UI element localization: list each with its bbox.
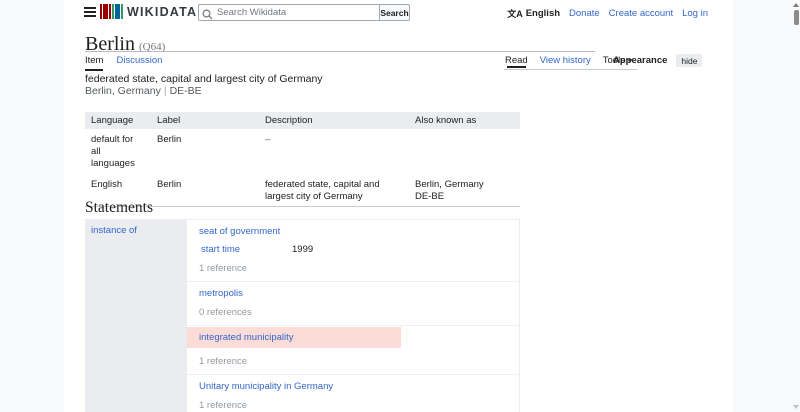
term-table: Language Label Description Also known as de… (85, 112, 520, 208)
cell-description: federated state, capital and largest cit… (265, 178, 380, 202)
statement-values: seat of government start time 1999 1 refere… (187, 220, 519, 412)
qualifier-value: 1999 (292, 244, 314, 255)
statement-value-link[interactable]: seat of government (199, 226, 280, 237)
column-header-also-known-as: Also known as (409, 112, 520, 129)
term-table-body: default for all languages Berlin – English B… (85, 129, 520, 207)
tab-discussion[interactable]: Discussion (116, 55, 162, 71)
title-divider (85, 51, 595, 52)
cell-label: Berlin (157, 178, 182, 190)
alias-separator: | (163, 85, 167, 97)
column-header-label: Label (151, 112, 259, 129)
cell-label: Berlin (157, 134, 182, 145)
statement-value-link[interactable]: integrated municipality (199, 332, 294, 343)
column-header-language: Language (85, 112, 151, 129)
references-toggle[interactable]: 1 reference (187, 392, 519, 411)
references-toggle[interactable]: 1 reference (187, 255, 519, 274)
statements-heading: Statements (85, 199, 154, 216)
alias-text: Berlin, Germany (85, 85, 161, 97)
menu-icon[interactable] (84, 7, 96, 19)
property-column: instance of (86, 220, 187, 412)
statement-item: integrated municipality 1 reference (187, 327, 519, 375)
tab-item[interactable]: Item (85, 55, 104, 71)
statement-group: instance of seat of government start time 1… (85, 219, 520, 412)
statement-item: Unitary municipality in Germany 1 referen… (187, 375, 519, 412)
qualifier-property-link[interactable]: start time (201, 244, 292, 255)
references-toggle[interactable]: 1 reference (187, 348, 519, 367)
tab-view-history[interactable]: View history (540, 55, 591, 66)
appearance-panel: Appearance hide (613, 54, 703, 67)
statement-value-row: integrated municipality (187, 327, 401, 348)
scrollbar[interactable] (792, 0, 800, 412)
cell-description: – (265, 134, 271, 145)
search-input[interactable] (198, 4, 379, 21)
statement-value-link[interactable]: metropolis (199, 288, 243, 299)
appearance-label: Appearance (613, 55, 668, 66)
statements-groups: instance of seat of government start time 1… (85, 219, 520, 412)
entity-description: federated state, capital and largest cit… (85, 73, 323, 85)
cell-language: default for all languages (91, 134, 135, 169)
statement-value-row: Unitary municipality in Germany (187, 375, 519, 392)
wikidata-logo-icon (100, 4, 123, 19)
page-container: WIKIDATA Search 文A English Donate Create … (64, 0, 733, 412)
statement-item: metropolis 0 references (187, 282, 519, 326)
search-icon (202, 7, 213, 20)
term-table-header-row: Language Label Description Also known as (85, 112, 520, 129)
header-link-log-in[interactable]: Log in (682, 8, 708, 19)
statement-value-row: metropolis (187, 282, 519, 299)
property-link-instance-of[interactable]: instance of (91, 225, 137, 236)
references-toggle[interactable]: 0 references (187, 299, 519, 318)
header-link-create-account[interactable]: Create account (609, 8, 673, 19)
header-links: Donate Create account Log in (569, 8, 708, 19)
statement-value-link[interactable]: Unitary municipality in Germany (199, 381, 333, 392)
title-row: Berlin (Q64) (85, 33, 165, 56)
appearance-hide-button[interactable]: hide (676, 54, 703, 67)
scroll-down-arrow-icon[interactable] (793, 405, 799, 409)
header-link-donate[interactable]: Donate (569, 8, 600, 19)
language-icon: 文A (507, 9, 523, 19)
cell-aliases: Berlin, Germany DE-BE (415, 178, 484, 202)
alias-code: DE-BE (169, 85, 202, 97)
cell-aliases (409, 129, 520, 174)
statement-item: seat of government start time 1999 1 refere… (187, 220, 519, 282)
scroll-up-arrow-icon[interactable] (793, 3, 799, 7)
language-selector[interactable]: 文A English (507, 7, 560, 20)
language-label: English (525, 8, 561, 19)
qualifier-row: start time 1999 (187, 237, 519, 255)
table-row: default for all languages Berlin – (85, 129, 520, 174)
wikidata-logo-text: WIKIDATA (127, 4, 198, 19)
search-button[interactable]: Search (379, 4, 410, 21)
statement-value-row: seat of government (187, 220, 519, 237)
column-header-description: Description (259, 112, 409, 129)
entity-aliases: Berlin, Germany | DE-BE (85, 85, 202, 97)
wikidata-logo[interactable]: WIKIDATA (100, 4, 197, 19)
header-user-links: 文A English Donate Create account Log in (507, 7, 708, 20)
tabs-left: Item Discussion (85, 55, 162, 71)
scrollbar-thumb[interactable] (793, 10, 799, 25)
search-form: Search (198, 4, 410, 21)
tab-read[interactable]: Read (505, 55, 528, 66)
